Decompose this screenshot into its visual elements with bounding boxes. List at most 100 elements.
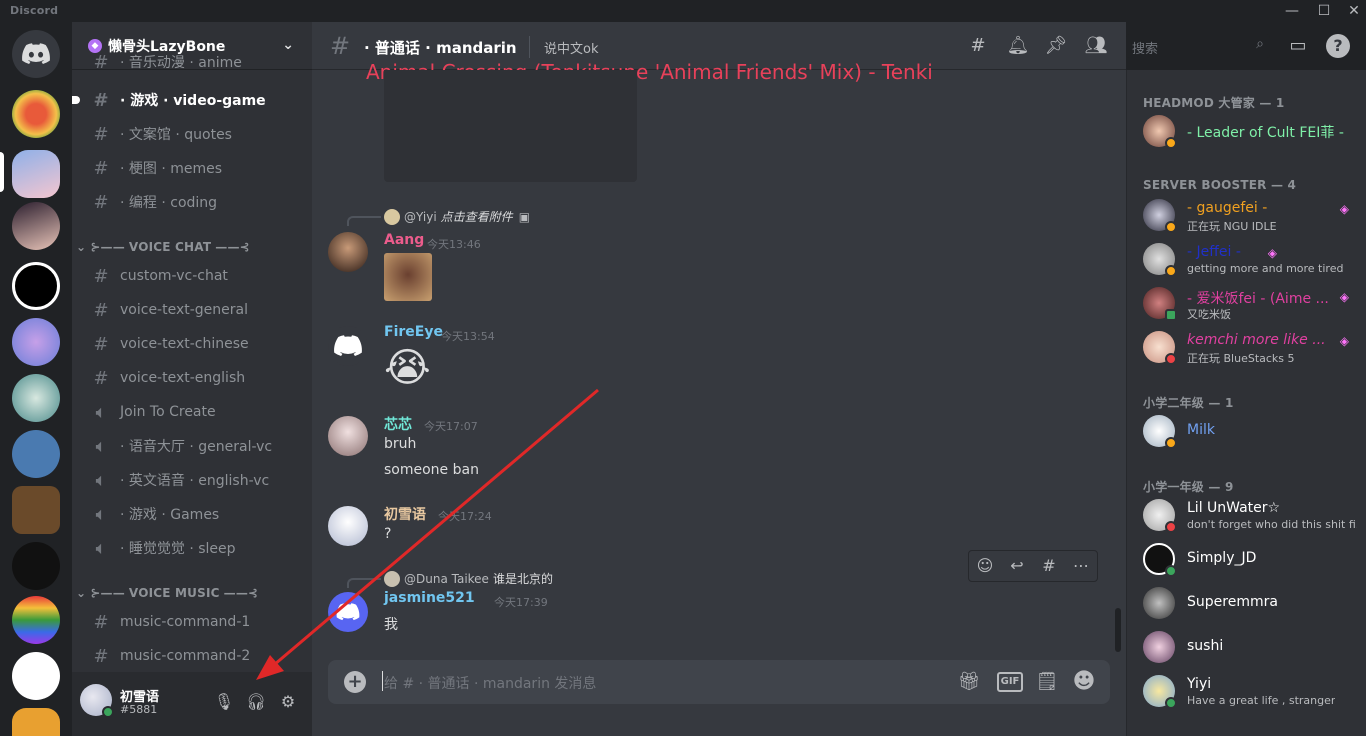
channel-anime[interactable]: # · 音乐动漫 · anime — [80, 52, 304, 72]
member-superemmra[interactable]: Superemmra — [1135, 582, 1359, 624]
channel-voice-text-english[interactable]: # voice-text-english — [80, 362, 304, 394]
member-activity: Have a great life , stranger — [1187, 694, 1336, 707]
channel-custom-vc-chat[interactable]: # custom-vc-chat — [80, 260, 304, 292]
server-minecraft[interactable] — [12, 486, 60, 534]
microphone-icon[interactable]: 🎙︎ — [212, 690, 236, 714]
bell-icon[interactable]: 🔔︎ — [1006, 34, 1030, 58]
message-input[interactable]: 给 # · 普通话 · mandarin 发消息 — [384, 673, 596, 693]
member-simplyjd[interactable]: Simply_JD — [1135, 538, 1359, 580]
server-teal[interactable] — [12, 374, 60, 422]
voice-channel-sleep[interactable]: 🔈︎ · 睡觉觉觉 · sleep — [80, 532, 304, 564]
message-composer[interactable]: + 给 # · 普通话 · mandarin 发消息 🎁︎ GIF 🗒︎ ☻ — [328, 660, 1110, 704]
member-name: Simply_JD — [1187, 550, 1257, 566]
more-icon[interactable]: ⋯ — [1065, 551, 1097, 581]
voice-channel-join-to-create[interactable]: 🔈︎ Join To Create — [80, 396, 304, 428]
member-name: Yiyi — [1187, 676, 1212, 692]
server-anime-girl[interactable] — [12, 202, 60, 250]
message-author[interactable]: jasmine521 — [384, 590, 475, 606]
member-list-icon[interactable]: 👥︎ — [1084, 34, 1108, 58]
channel-video-game[interactable]: # · 游戏 · video-game — [72, 84, 304, 116]
speaker-icon: 🔈︎ — [95, 503, 107, 525]
mobile-status-icon — [1165, 309, 1177, 321]
headphones-icon[interactable]: 🎧︎ — [244, 690, 268, 714]
channel-coding[interactable]: # · 编程 · coding — [80, 186, 304, 218]
hash-icon: # — [93, 265, 109, 287]
message-text: someone ban — [384, 462, 479, 478]
home-button[interactable] — [12, 30, 60, 78]
hash-icon: # — [93, 645, 109, 667]
minimize-icon[interactable]: — — [1276, 0, 1308, 22]
member-milk[interactable]: Milk — [1135, 410, 1359, 452]
member-name: - gaugefei - — [1187, 200, 1268, 216]
message-author[interactable]: 芯芯 — [384, 414, 412, 434]
reply-preview[interactable]: @Yiyi 点击查看附件 ▣ — [384, 208, 530, 225]
member-gaugefei[interactable]: - gaugefei - 正在玩 NGU IDLE ◈ — [1135, 194, 1359, 236]
online-status-icon — [1165, 565, 1177, 577]
voice-channel-general-vc[interactable]: 🔈︎ · 语音大厅 · general-vc — [80, 430, 304, 462]
previous-image-attachment[interactable] — [384, 70, 637, 182]
channel-voice-text-chinese[interactable]: # voice-text-chinese — [80, 328, 304, 360]
maximize-icon[interactable]: ☐ — [1308, 0, 1340, 22]
channel-music-command-1[interactable]: # music-command-1 — [80, 606, 304, 638]
server-watermelon[interactable] — [12, 90, 60, 138]
threads-icon[interactable]: # — [966, 34, 990, 58]
avatar[interactable] — [328, 416, 368, 456]
member-aimifan[interactable]: - 爱米饭fei - (Aime ... 又吃米饭 ◈ — [1135, 282, 1359, 324]
member-name: Lil UnWater☆ — [1187, 500, 1281, 516]
server-lazybone[interactable] — [12, 150, 60, 198]
avatar[interactable] — [328, 506, 368, 546]
gift-icon[interactable]: 🎁︎ — [957, 670, 981, 694]
reply-icon[interactable]: ↩︎ — [1001, 551, 1033, 581]
category-voice-chat[interactable]: ⌄ ⊱—— VOICE CHAT ——⊰ — [76, 240, 250, 254]
voice-channel-games[interactable]: 🔈︎ · 游戏 · Games — [80, 498, 304, 530]
reply-preview[interactable]: @Duna Taikee 谁是北京的 — [384, 570, 553, 587]
server-rainbow[interactable] — [12, 596, 60, 644]
server-csgo[interactable] — [12, 542, 60, 590]
create-thread-icon[interactable]: # — [1033, 551, 1065, 581]
inbox-icon[interactable]: ▭ — [1286, 34, 1310, 58]
emoji-icon[interactable]: ☻ — [1072, 670, 1096, 694]
pin-icon[interactable]: 📌︎ — [1044, 34, 1068, 58]
gif-button[interactable]: GIF — [997, 672, 1023, 692]
message-author[interactable]: Aang — [384, 232, 424, 248]
message-hover-toolbar: ☺︎ ↩︎ # ⋯ — [968, 550, 1098, 582]
channel-quotes[interactable]: # · 文案馆 · quotes — [80, 118, 304, 150]
member-lilunwater[interactable]: Lil UnWater☆ don't forget who did this s… — [1135, 494, 1359, 536]
gear-icon[interactable]: ⚙︎ — [276, 690, 300, 714]
add-reaction-icon[interactable]: ☺︎ — [969, 551, 1001, 581]
voice-channel-english-vc[interactable]: 🔈︎ · 英文语音 · english-vc — [80, 464, 304, 496]
server-list — [0, 22, 72, 736]
member-yiyi[interactable]: Yiyi Have a great life , stranger — [1135, 670, 1359, 712]
sticker-icon[interactable]: 🗒︎ — [1035, 670, 1059, 694]
avatar[interactable] — [328, 232, 368, 272]
message-author[interactable]: 初雪语 — [384, 504, 426, 524]
member-sushi[interactable]: sushi — [1135, 626, 1359, 668]
member-leader[interactable]: - Leader of Cult FEI菲 - — [1135, 110, 1359, 152]
server-pixel[interactable] — [12, 652, 60, 700]
member-kemchi[interactable]: kemchi more like ... 正在玩 BlueStacks 5 ◈ — [1135, 326, 1359, 368]
message-author[interactable]: FireEye — [384, 324, 443, 340]
close-icon[interactable]: ✕ — [1338, 0, 1366, 22]
member-jeffei[interactable]: - Jeffei - getting more and more tired ◈ — [1135, 238, 1359, 280]
boost-badge-icon: ◈ — [1267, 246, 1277, 260]
server-purple[interactable] — [12, 318, 60, 366]
category-voice-music[interactable]: ⌄ ⊱—— VOICE MUSIC ——⊰ — [76, 586, 258, 600]
search-input[interactable]: 搜索 ⌕ — [1126, 34, 1270, 58]
add-attachment-icon[interactable]: + — [344, 671, 366, 693]
hash-icon: # — [93, 299, 109, 321]
channel-music-command-2[interactable]: # music-command-2 — [80, 640, 304, 672]
server-geometric[interactable] — [12, 262, 60, 310]
channel-sidebar: ◆ 懒骨头LazyBone ⌄ # · 音乐动漫 · anime # · 游戏 … — [72, 22, 312, 736]
scrollbar[interactable] — [1115, 608, 1121, 652]
channel-memes[interactable]: # · 梗图 · memes — [80, 152, 304, 184]
avatar[interactable] — [328, 326, 368, 366]
discord-logo-icon — [22, 43, 50, 64]
image-attachment[interactable] — [384, 253, 432, 301]
avatar[interactable] — [328, 592, 368, 632]
channel-voice-text-general[interactable]: # voice-text-general — [80, 294, 304, 326]
chat-area: # · 普通话 · mandarin 说中文ok # 🔔︎ 📌︎ 👥︎ Anim… — [312, 22, 1126, 736]
help-icon[interactable]: ? — [1326, 34, 1350, 58]
server-orange[interactable] — [12, 708, 60, 736]
chevron-down-icon[interactable]: ⌄ — [282, 37, 294, 53]
server-llama[interactable] — [12, 430, 60, 478]
